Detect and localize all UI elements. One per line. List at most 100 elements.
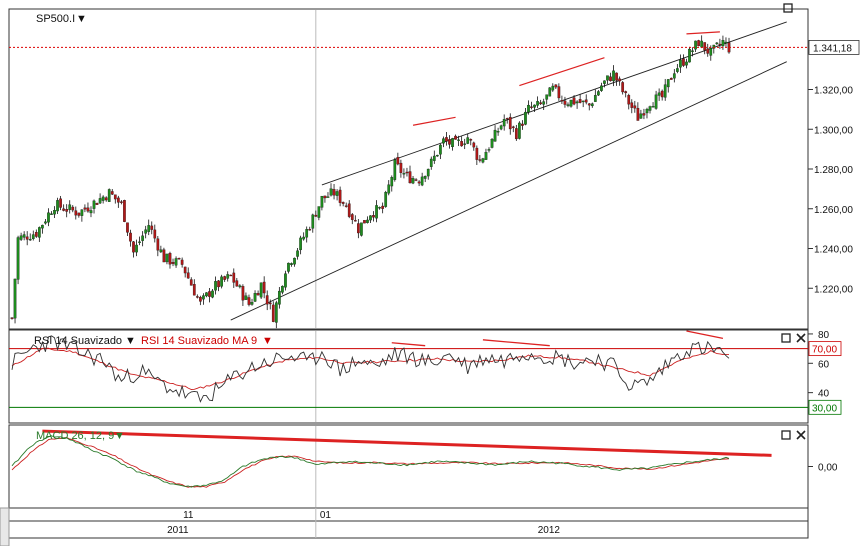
candle-body [718,43,722,46]
candle-body [694,40,697,50]
candle-body [290,263,293,265]
candle-body [530,106,533,108]
rsi-label[interactable]: RSI 14 Suavizado [34,335,122,347]
candle-body [478,159,482,161]
candle-body [62,208,65,211]
last-price-label: 1.341,18 [813,43,852,54]
candle-body [645,108,649,114]
candle-body [274,302,278,323]
candle-body [89,210,93,214]
candle-body [451,138,454,148]
candle-body [211,290,214,298]
candle-body [271,304,275,322]
candle-body [551,85,555,91]
candle-body [521,123,524,126]
candle-body [86,207,90,212]
candle-body [13,278,17,319]
left-scrollbar[interactable] [0,507,10,546]
candle-body [159,249,163,253]
candle-body [229,274,233,277]
candle-body [59,198,62,208]
candle-body [393,159,397,180]
candle-body [189,279,193,286]
candle-body [721,40,725,47]
rsi-ma-label[interactable]: RSI 14 Suavizado MA 9 [141,335,257,347]
candle-body [287,262,290,272]
candle-body [235,280,239,287]
candle-body [120,201,123,203]
candle-body [399,162,403,173]
candle-body [344,205,348,207]
candle-body [624,91,628,94]
candle-body [147,225,151,232]
candle-body [505,118,509,120]
candle-body [384,192,388,207]
candle-body [186,272,190,279]
macd-panel[interactable] [8,424,809,509]
candle-body [68,204,72,210]
candle-body [372,215,375,218]
candle-body [250,302,254,305]
candle-body [460,141,463,147]
candle-body [350,214,354,220]
candle-body [533,104,536,108]
candle-body [241,286,245,301]
price-y-tick-label: 1.320,00 [814,86,853,97]
candle-body [700,40,704,48]
candle-body [110,191,114,195]
candle-body [642,113,646,116]
candle-body [597,91,600,96]
candle-body [353,220,357,222]
price-y-axis: 1.220,00 1.240,00 1.260,00 1.280,00 1.300,00… [808,86,853,295]
candle-body [660,90,664,98]
macd-label[interactable]: MACD 26, 12, 9 [36,430,114,442]
time-major-label: 2011 [167,525,189,536]
rsi-dropdown-icon[interactable]: ▼ [125,335,136,347]
candle-body [514,128,518,140]
rsi-ma-dropdown-icon[interactable]: ▼ [262,335,273,347]
macd-dropdown-icon[interactable]: ▼ [114,430,125,442]
candle-body [423,175,427,179]
candle-body [669,77,673,80]
candle-body [281,285,284,293]
candle-body [296,250,299,257]
candle-body [539,102,542,105]
candle-body [666,79,670,88]
candle-body [548,87,552,97]
symbol-dropdown-icon[interactable]: ▼ [76,13,87,25]
candle-body [584,99,588,103]
candle-body [709,48,713,56]
candle-body [639,113,643,119]
candle-body [569,99,573,107]
candle-body [557,86,561,99]
candle-body [563,100,567,105]
candle-body [22,234,26,238]
candle-body [16,237,20,280]
candle-body [633,105,637,109]
candle-body [502,119,506,127]
candle-body [116,197,120,203]
candle-body [265,295,269,305]
candle-body [19,235,23,240]
candle-body [320,195,324,208]
candle-body [590,103,594,107]
candle-body [715,42,719,45]
candle-body [332,189,336,196]
candle-body [50,213,53,215]
candle-body [439,144,442,155]
candle-body [432,155,436,161]
price-y-tick-label: 1.280,00 [814,165,853,176]
candle-body [126,222,129,233]
candle-body [10,317,14,319]
candle-body [636,107,640,121]
candle-body [618,78,621,82]
candle-body [113,194,117,200]
candle-body [381,205,385,209]
price-panel[interactable] [8,8,809,330]
candle-body [581,100,585,103]
rsi-level-label: 30,00 [812,403,837,414]
candle-body [420,176,424,186]
symbol-label[interactable]: SP500.I [36,13,75,25]
macd-y-axis: 0,00 [808,463,838,474]
candle-body [174,258,178,266]
